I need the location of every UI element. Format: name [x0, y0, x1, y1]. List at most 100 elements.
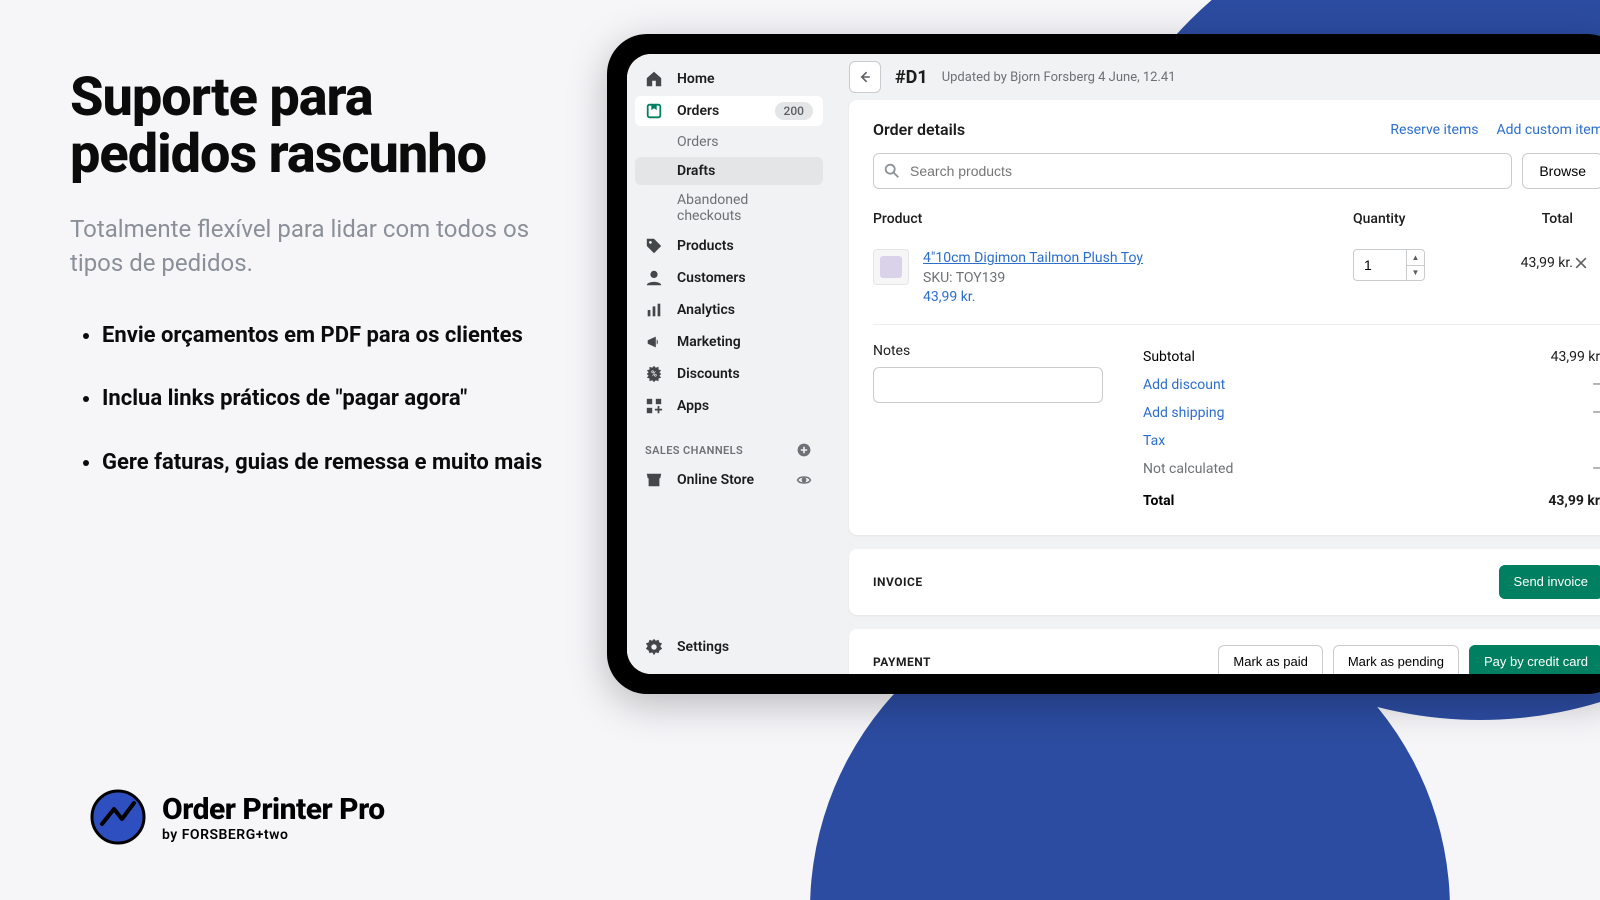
tag-icon [645, 237, 663, 255]
col-total: Total [1463, 211, 1573, 227]
updated-text: Updated by Bjorn Forsberg 4 June, 12.41 [942, 70, 1176, 85]
headline: Suporte para pedidos rascunho [70, 70, 570, 183]
app-screen: Home Orders 200 Orders Drafts Abandoned … [627, 54, 1600, 674]
quantity-input[interactable] [1354, 257, 1402, 273]
col-quantity: Quantity [1353, 211, 1463, 227]
qty-down[interactable]: ▼ [1407, 265, 1424, 281]
sidebar-item-label: Settings [677, 639, 729, 655]
sidebar-item-discounts[interactable]: % Discounts [635, 359, 823, 389]
sidebar-item-label: Analytics [677, 302, 735, 318]
sidebar-sub-abandoned[interactable]: Abandoned checkouts [635, 186, 823, 230]
sidebar-sub-orders[interactable]: Orders [635, 128, 823, 156]
svg-text:%: % [651, 369, 657, 379]
sidebar-sub-drafts[interactable]: Drafts [635, 157, 823, 185]
subtotal-label: Subtotal [1143, 349, 1551, 365]
col-product: Product [873, 211, 1353, 227]
page-header: #D1 Updated by Bjorn Forsberg 4 June, 12… [831, 54, 1600, 100]
total-value: 43,99 kr. [1548, 493, 1600, 509]
sidebar-item-analytics[interactable]: Analytics [635, 295, 823, 325]
sidebar-section-sales-channels: SALES CHANNELS [635, 423, 823, 465]
sidebar-item-customers[interactable]: Customers [635, 263, 823, 293]
reserve-items-link[interactable]: Reserve items [1390, 122, 1478, 138]
eye-icon[interactable] [795, 471, 813, 489]
browse-button[interactable]: Browse [1522, 153, 1600, 189]
line-items-header: Product Quantity Total [873, 203, 1600, 241]
discount-value: — [1592, 377, 1600, 393]
line-total: 43,99 kr. [1463, 249, 1573, 271]
sidebar-item-label: Products [677, 238, 734, 254]
product-name: Order Printer Pro [162, 792, 385, 827]
order-details-card: Order details Reserve items Add custom i… [849, 100, 1600, 535]
gear-icon [645, 638, 663, 656]
subtotal-value: 43,99 kr. [1551, 349, 1600, 365]
send-invoice-button[interactable]: Send invoice [1499, 565, 1600, 599]
feature-item: Gere faturas, guias de remessa e muito m… [102, 448, 570, 478]
order-summary: Subtotal 43,99 kr. Add discount — Add sh… [1143, 343, 1600, 515]
sidebar-item-label: Home [677, 71, 715, 87]
megaphone-icon [645, 333, 663, 351]
total-label: Total [1143, 493, 1548, 509]
back-button[interactable] [849, 61, 881, 93]
store-icon [645, 471, 663, 489]
person-icon [645, 269, 663, 287]
sidebar-item-label: Discounts [677, 366, 740, 382]
orders-icon [645, 102, 663, 120]
notes-label: Notes [873, 343, 1103, 359]
add-channel-button[interactable] [795, 441, 813, 459]
invoice-title: INVOICE [873, 575, 923, 589]
sidebar-item-settings[interactable]: Settings [635, 632, 823, 662]
sidebar-item-apps[interactable]: Apps [635, 391, 823, 421]
feature-item: Inclua links práticos de "pagar agora" [102, 384, 570, 414]
sidebar-item-marketing[interactable]: Marketing [635, 327, 823, 357]
mark-paid-button[interactable]: Mark as paid [1218, 645, 1322, 674]
logo-icon [90, 789, 146, 845]
apps-icon [645, 397, 663, 415]
home-icon [645, 70, 663, 88]
product-name-link[interactable]: 4"10cm Digimon Tailmon Plush Toy [923, 249, 1353, 269]
product-sku: SKU: TOY139 [923, 269, 1353, 289]
qty-up[interactable]: ▲ [1407, 250, 1424, 265]
notes-input[interactable] [873, 367, 1103, 403]
orders-count-badge: 200 [775, 102, 813, 120]
sidebar-item-label: Apps [677, 398, 709, 414]
sidebar-item-orders[interactable]: Orders 200 [635, 96, 823, 126]
product-unit-price: 43,99 kr. [923, 288, 1353, 308]
feature-item: Envie orçamentos em PDF para os clientes [102, 321, 570, 351]
payment-title: PAYMENT [873, 655, 931, 669]
product-search[interactable] [873, 153, 1512, 189]
subheadline: Totalmente flexível para lidar com todos… [70, 213, 570, 280]
sidebar-item-label: Customers [677, 270, 746, 286]
main-content: #D1 Updated by Bjorn Forsberg 4 June, 12… [831, 54, 1600, 674]
shipping-value: — [1592, 405, 1600, 421]
discount-icon: % [645, 365, 663, 383]
sidebar-item-label: Online Store [677, 472, 754, 488]
product-byline: by FORSBERG+two [162, 827, 385, 843]
product-logo: Order Printer Pro by FORSBERG+two [90, 789, 385, 845]
add-shipping-link[interactable]: Add shipping [1143, 405, 1592, 421]
sidebar-item-label: Orders [677, 103, 719, 119]
tablet-frame: Home Orders 200 Orders Drafts Abandoned … [607, 34, 1600, 694]
marketing-panel: Suporte para pedidos rascunho Totalmente… [70, 70, 570, 512]
sidebar: Home Orders 200 Orders Drafts Abandoned … [627, 54, 831, 674]
pay-by-credit-card-button[interactable]: Pay by credit card [1469, 645, 1600, 674]
line-item-row: 4"10cm Digimon Tailmon Plush Toy SKU: TO… [873, 241, 1600, 324]
feature-list: Envie orçamentos em PDF para os clientes… [70, 321, 570, 478]
sidebar-item-products[interactable]: Products [635, 231, 823, 261]
analytics-icon [645, 301, 663, 319]
tax-link[interactable]: Tax [1143, 433, 1600, 449]
add-discount-link[interactable]: Add discount [1143, 377, 1592, 393]
sidebar-item-online-store[interactable]: Online Store [635, 465, 823, 495]
tax-value: — [1592, 461, 1600, 477]
add-custom-item-link[interactable]: Add custom item [1496, 122, 1600, 138]
remove-line-button[interactable] [1573, 249, 1600, 271]
mark-pending-button[interactable]: Mark as pending [1333, 645, 1459, 674]
search-icon [883, 162, 901, 180]
invoice-card: INVOICE Send invoice [849, 549, 1600, 615]
search-input[interactable] [873, 153, 1512, 189]
tax-not-calculated: Not calculated [1143, 461, 1592, 477]
quantity-stepper[interactable]: ▲ ▼ [1353, 249, 1425, 281]
card-title: Order details [873, 120, 965, 139]
product-thumbnail [873, 249, 909, 285]
sidebar-item-home[interactable]: Home [635, 64, 823, 94]
payment-card: PAYMENT Mark as paid Mark as pending Pay… [849, 629, 1600, 674]
